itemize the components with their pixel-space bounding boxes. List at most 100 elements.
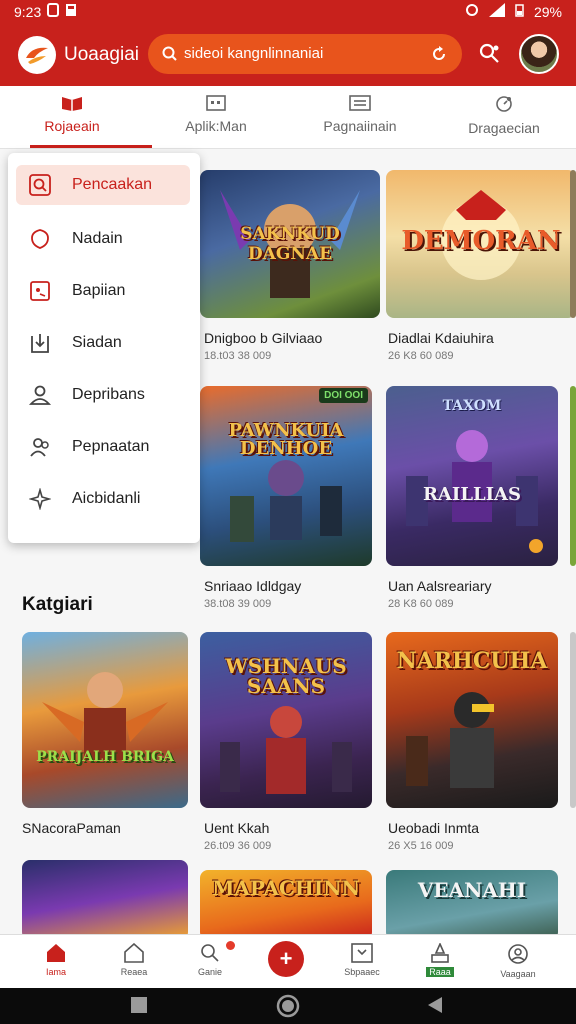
notification-icon: [47, 3, 60, 20]
game-thumbnail-peek[interactable]: [570, 386, 576, 566]
game-stats: 26 K8 60 089: [388, 350, 454, 362]
game-stats: 18.t03 38 009: [204, 350, 272, 362]
add-button[interactable]: +: [268, 941, 304, 977]
nav-vaagaan[interactable]: Vaagaan: [480, 935, 556, 989]
notification-badge: [226, 941, 235, 950]
bottom-nav: Iama Reaea Ganie + Sbpaaec Raaa Vaagaan: [0, 934, 576, 989]
voice-search-icon[interactable]: [478, 42, 502, 71]
battery-icon: [515, 3, 524, 20]
game-stats: 26 X5 16 009: [388, 840, 454, 852]
menu-item-aicbidanli[interactable]: Aicbidanli: [16, 479, 190, 519]
nav-label: Raaa: [426, 967, 454, 977]
game-thumbnail[interactable]: [22, 860, 188, 940]
tab-bar: Rojaeain Aplik:Man Pagnaiinain Dragaecia…: [0, 86, 576, 149]
recents-icon[interactable]: [130, 996, 148, 1019]
menu-item-depribans[interactable]: Depribans: [16, 375, 190, 415]
menu-item-pepnaatan[interactable]: Pepnaatan: [16, 427, 190, 467]
tab-label: Aplik:Man: [185, 118, 247, 134]
status-time: 9:23: [14, 3, 42, 20]
menu-item-label: Pepnaatan: [72, 438, 150, 455]
menu-item-nadain[interactable]: Nadain: [16, 219, 190, 259]
game-title[interactable]: Uent Kkah: [204, 820, 269, 836]
document-icon: [65, 3, 77, 20]
menu-item-label: Nadain: [72, 230, 123, 247]
menu-item-label: Depribans: [72, 386, 145, 403]
game-thumbnail[interactable]: DOI OOI PAWNKUIA DENHOE: [200, 386, 372, 566]
users-icon: [28, 436, 52, 458]
game-title[interactable]: Snriaao Idldgay: [204, 578, 301, 594]
game-title[interactable]: Uan Aalsreariary: [388, 578, 492, 594]
game-stats: 26.t09 36 009: [204, 840, 272, 852]
nav-reaea[interactable]: Reaea: [96, 935, 172, 989]
nav-ganie[interactable]: Ganie: [172, 935, 248, 989]
nav-label: Vaagaan: [500, 969, 536, 979]
shield-icon: [28, 228, 52, 250]
tab-aplikman[interactable]: Aplik:Man: [144, 86, 288, 148]
tab-rojaeain[interactable]: Rojaeain: [0, 86, 152, 148]
book-icon: [0, 95, 144, 114]
person-icon: [402, 942, 478, 965]
search-text: sideoi kangnlinnaniai: [184, 45, 324, 62]
menu-item-pencaakan[interactable]: Pencaakan: [16, 165, 190, 205]
game-title[interactable]: SNacoraPaman: [22, 820, 121, 836]
download-icon: [28, 332, 52, 354]
tab-dragaecian[interactable]: Dragaecian: [432, 86, 576, 148]
profile-icon: [480, 943, 556, 967]
avatar[interactable]: [519, 34, 559, 74]
back-icon[interactable]: [426, 996, 444, 1019]
search-icon: [162, 34, 178, 74]
game-thumbnail[interactable]: VEANAHI: [386, 870, 558, 940]
tab-label: Rojaeain: [44, 118, 100, 134]
game-thumbnail[interactable]: WSHNAUS SAANS: [200, 632, 372, 808]
search-input[interactable]: sideoi kangnlinnaniai: [148, 34, 462, 74]
game-thumbnail[interactable]: TAXOM RAILLIAS: [386, 386, 558, 566]
image-icon: [28, 281, 52, 301]
menu-item-siadan[interactable]: Siadan: [16, 323, 190, 363]
app-bar: Uoaagiai sideoi kangnlinnaniai: [0, 24, 576, 86]
status-bar: 9:23 29%: [0, 0, 576, 24]
game-thumbnail[interactable]: DEMORAN: [386, 170, 576, 318]
game-thumbnail-peek[interactable]: [570, 170, 576, 318]
menu-item-label: Bapiian: [72, 282, 126, 299]
game-art-title: MAPACHINN: [212, 876, 360, 900]
game-art-title: RAILLIAS: [422, 484, 522, 505]
home-button-icon[interactable]: [276, 994, 300, 1023]
app-logo-icon[interactable]: [18, 36, 56, 74]
clock-icon: [432, 95, 576, 116]
list-icon: [288, 95, 432, 114]
signal-icon: [488, 3, 505, 20]
nav-label: Iama: [45, 967, 66, 977]
game-thumbnail[interactable]: NARHCUHA: [386, 632, 558, 808]
app-title: Uoaagiai: [64, 44, 139, 65]
nav-sbpaaec[interactable]: Sbpaaec: [324, 935, 400, 989]
user-icon: [28, 384, 52, 406]
tab-pagnaiinain[interactable]: Pagnaiinain: [288, 86, 432, 148]
game-art-title: SAKNKUD DAGNAE: [240, 224, 340, 264]
game-thumbnail[interactable]: SAKNKUD DAGNAE: [200, 170, 380, 318]
nav-label: Sbpaaec: [344, 967, 380, 977]
menu-item-bapiian[interactable]: Bapiian: [16, 271, 190, 311]
nav-raaa[interactable]: Raaa: [402, 935, 478, 989]
game-thumbnail[interactable]: MAPACHINN: [200, 870, 372, 940]
alarm-icon: [465, 3, 479, 20]
game-thumbnail-peek[interactable]: [570, 632, 576, 808]
nav-label: Ganie: [197, 967, 223, 977]
refresh-icon[interactable]: [430, 34, 448, 74]
game-title[interactable]: Diadlai Kdaiuhira: [388, 330, 494, 346]
nav-home[interactable]: Iama: [18, 935, 94, 989]
game-art-title: NARHCUHA: [396, 648, 548, 674]
game-title[interactable]: Dnigboo b Gilviaao: [204, 330, 322, 346]
battery-percent: 29%: [533, 3, 562, 20]
house-outline-icon: [96, 942, 172, 965]
game-art-subtitle: TAXOM: [442, 398, 502, 414]
search-icon: [172, 943, 248, 965]
nav-label: Reaea: [120, 967, 148, 977]
game-thumbnail[interactable]: PRAIJALH BRIGA: [22, 632, 188, 808]
search-icon: [28, 174, 52, 196]
game-art-title: PAWNKUIA DENHOE: [228, 420, 344, 459]
tab-label: Pagnaiinain: [323, 118, 397, 134]
menu-item-label: Aicbidanli: [72, 490, 141, 507]
tab-indicator: [30, 145, 152, 148]
game-title[interactable]: Ueobadi Inmta: [388, 820, 479, 836]
game-stats: 38.t08 39 009: [204, 598, 272, 610]
